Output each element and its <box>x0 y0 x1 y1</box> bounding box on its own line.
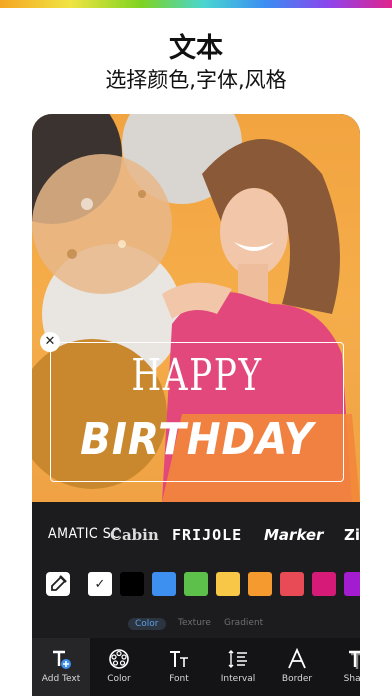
font-option[interactable]: Zi <box>344 526 360 544</box>
tab-gradient[interactable]: Gradient <box>224 618 263 628</box>
page-subtitle: 选择颜色,字体,风格 <box>105 68 287 92</box>
font-list: AMATIC SC Cabin FRIJOLE Marker Zi <box>32 502 360 568</box>
line-spacing-icon <box>228 650 247 668</box>
editor-panel: AMATIC SC Cabin FRIJOLE Marker Zi ✓ Colo… <box>32 502 360 696</box>
tab-color[interactable]: Color <box>128 618 166 630</box>
style-tabs: Color Texture Gradient <box>32 616 360 636</box>
text-layer-birthday[interactable]: BIRTHDAY <box>62 414 332 465</box>
border-text-icon <box>288 648 306 669</box>
tool-label: Add Text <box>41 674 81 684</box>
eyedropper-icon[interactable] <box>46 572 70 596</box>
checkmark-icon: ✓ <box>94 577 106 592</box>
tool-shadow[interactable]: Shad <box>326 638 360 696</box>
text-layer-happy[interactable]: HAPPY <box>82 350 311 401</box>
bottom-toolbar: Add Text Color Font Interval Border Sha <box>32 638 360 696</box>
color-swatch-orange[interactable] <box>248 572 272 596</box>
page-title: 文本 <box>169 33 223 64</box>
color-swatch-purple[interactable] <box>344 572 360 596</box>
color-swatch-blue[interactable] <box>152 572 176 596</box>
tool-color[interactable]: Color <box>90 638 148 696</box>
tool-label: Border <box>281 674 313 684</box>
font-option[interactable]: Cabin <box>110 526 159 544</box>
photo-canvas[interactable]: ✕ HAPPY BIRTHDAY <box>32 114 360 502</box>
add-text-icon <box>53 650 71 669</box>
tool-label: Shad <box>343 674 360 684</box>
color-swatch-white[interactable]: ✓ <box>88 572 112 596</box>
shadow-text-icon <box>349 650 360 669</box>
color-swatch-red[interactable] <box>280 572 304 596</box>
font-option[interactable]: FRIJOLE <box>172 526 242 544</box>
tool-label: Interval <box>220 674 256 684</box>
tool-add-text[interactable]: Add Text <box>32 638 90 696</box>
phone-screen: ✕ HAPPY BIRTHDAY AMATIC SC Cabin FRIJOLE… <box>32 114 360 696</box>
color-swatch-row: ✓ <box>32 570 360 606</box>
palette-icon <box>109 649 129 669</box>
color-swatch-black[interactable] <box>120 572 144 596</box>
color-swatch-green[interactable] <box>184 572 208 596</box>
tab-texture[interactable]: Texture <box>178 618 211 628</box>
font-option[interactable]: Marker <box>264 526 323 544</box>
tool-label: Color <box>107 674 131 684</box>
tool-border[interactable]: Border <box>268 638 326 696</box>
tool-font[interactable]: Font <box>150 638 208 696</box>
font-icon <box>170 651 188 667</box>
tool-label: Font <box>169 674 189 684</box>
tool-interval[interactable]: Interval <box>209 638 267 696</box>
color-swatch-magenta[interactable] <box>312 572 336 596</box>
rainbow-bar <box>0 0 392 8</box>
close-icon[interactable]: ✕ <box>40 332 60 352</box>
color-swatch-yellow[interactable] <box>216 572 240 596</box>
